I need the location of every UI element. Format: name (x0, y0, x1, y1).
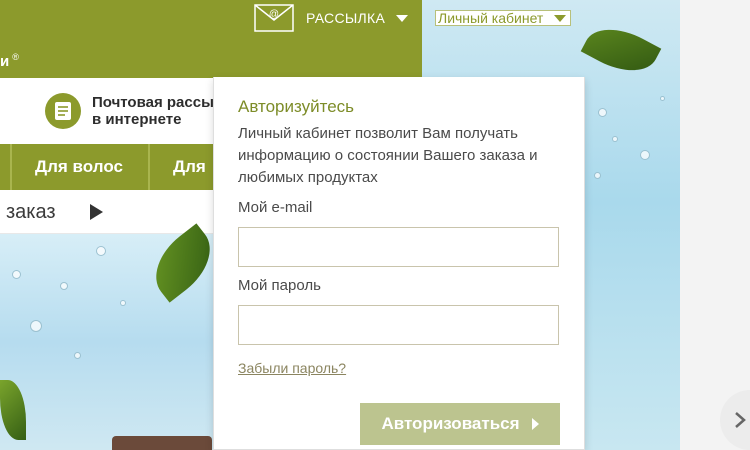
water-drop (74, 352, 81, 359)
product-image-fragment (112, 436, 212, 450)
login-description: Личный кабинет позволит Вам получать инф… (238, 125, 538, 186)
promo-line-2: в интернете (92, 111, 182, 128)
page-gutter (680, 0, 750, 450)
chevron-down-icon (396, 14, 409, 22)
water-drop (96, 246, 106, 256)
water-drop (30, 320, 42, 332)
nav-item-hair[interactable]: Для волос (35, 144, 123, 190)
site-header: и ® @ РАССЫЛКА (0, 0, 422, 78)
water-drop (612, 136, 618, 142)
water-drop (660, 96, 665, 101)
account-dropdown[interactable]: Личный кабинет (435, 10, 571, 26)
nav-divider (148, 144, 150, 190)
newsletter-label: РАССЫЛКА (306, 10, 386, 26)
login-title: Авторизуйтесь (238, 97, 355, 116)
password-label: Мой пароль (238, 277, 321, 294)
main-nav: Для волос Для (0, 144, 214, 190)
brand-name: и ® (0, 52, 19, 70)
nav-item-next[interactable]: Для (173, 144, 206, 190)
chevron-right-icon (735, 412, 746, 428)
login-dropdown: Авторизуйтесь Личный кабинет позволит Ва… (213, 77, 585, 450)
chevron-down-icon (554, 15, 566, 22)
password-field[interactable] (238, 305, 559, 345)
forgot-password-link[interactable]: Забыли пароль? (238, 360, 346, 376)
play-arrow-icon (90, 204, 103, 220)
svg-text:@: @ (269, 9, 279, 20)
nav-divider (10, 144, 12, 190)
order-row: заказ (0, 190, 214, 234)
newsletter-promo-text: Почтовая рассы в интернете (92, 94, 214, 128)
water-drop (594, 172, 601, 179)
login-button[interactable]: Авторизоваться (360, 403, 560, 445)
water-drop (12, 270, 21, 279)
promo-line-1: Почтовая рассы (92, 94, 214, 111)
mail-at-icon: @ (254, 4, 294, 32)
water-drop (598, 108, 607, 117)
email-field[interactable] (238, 227, 559, 267)
water-drop (60, 282, 68, 290)
water-drop (120, 300, 126, 306)
newsletter-icon (45, 93, 81, 129)
account-dropdown-label: Личный кабинет (438, 10, 544, 26)
water-drop (640, 150, 650, 160)
arrow-right-icon (531, 418, 539, 430)
email-label: Мой e-mail (238, 199, 313, 216)
order-link[interactable]: заказ (6, 201, 56, 224)
newsletter-promo[interactable]: Почтовая рассы в интернете (0, 78, 214, 144)
login-button-label: Авторизоваться (381, 414, 520, 433)
newsletter-dropdown[interactable]: @ РАССЫЛКА (254, 4, 409, 32)
